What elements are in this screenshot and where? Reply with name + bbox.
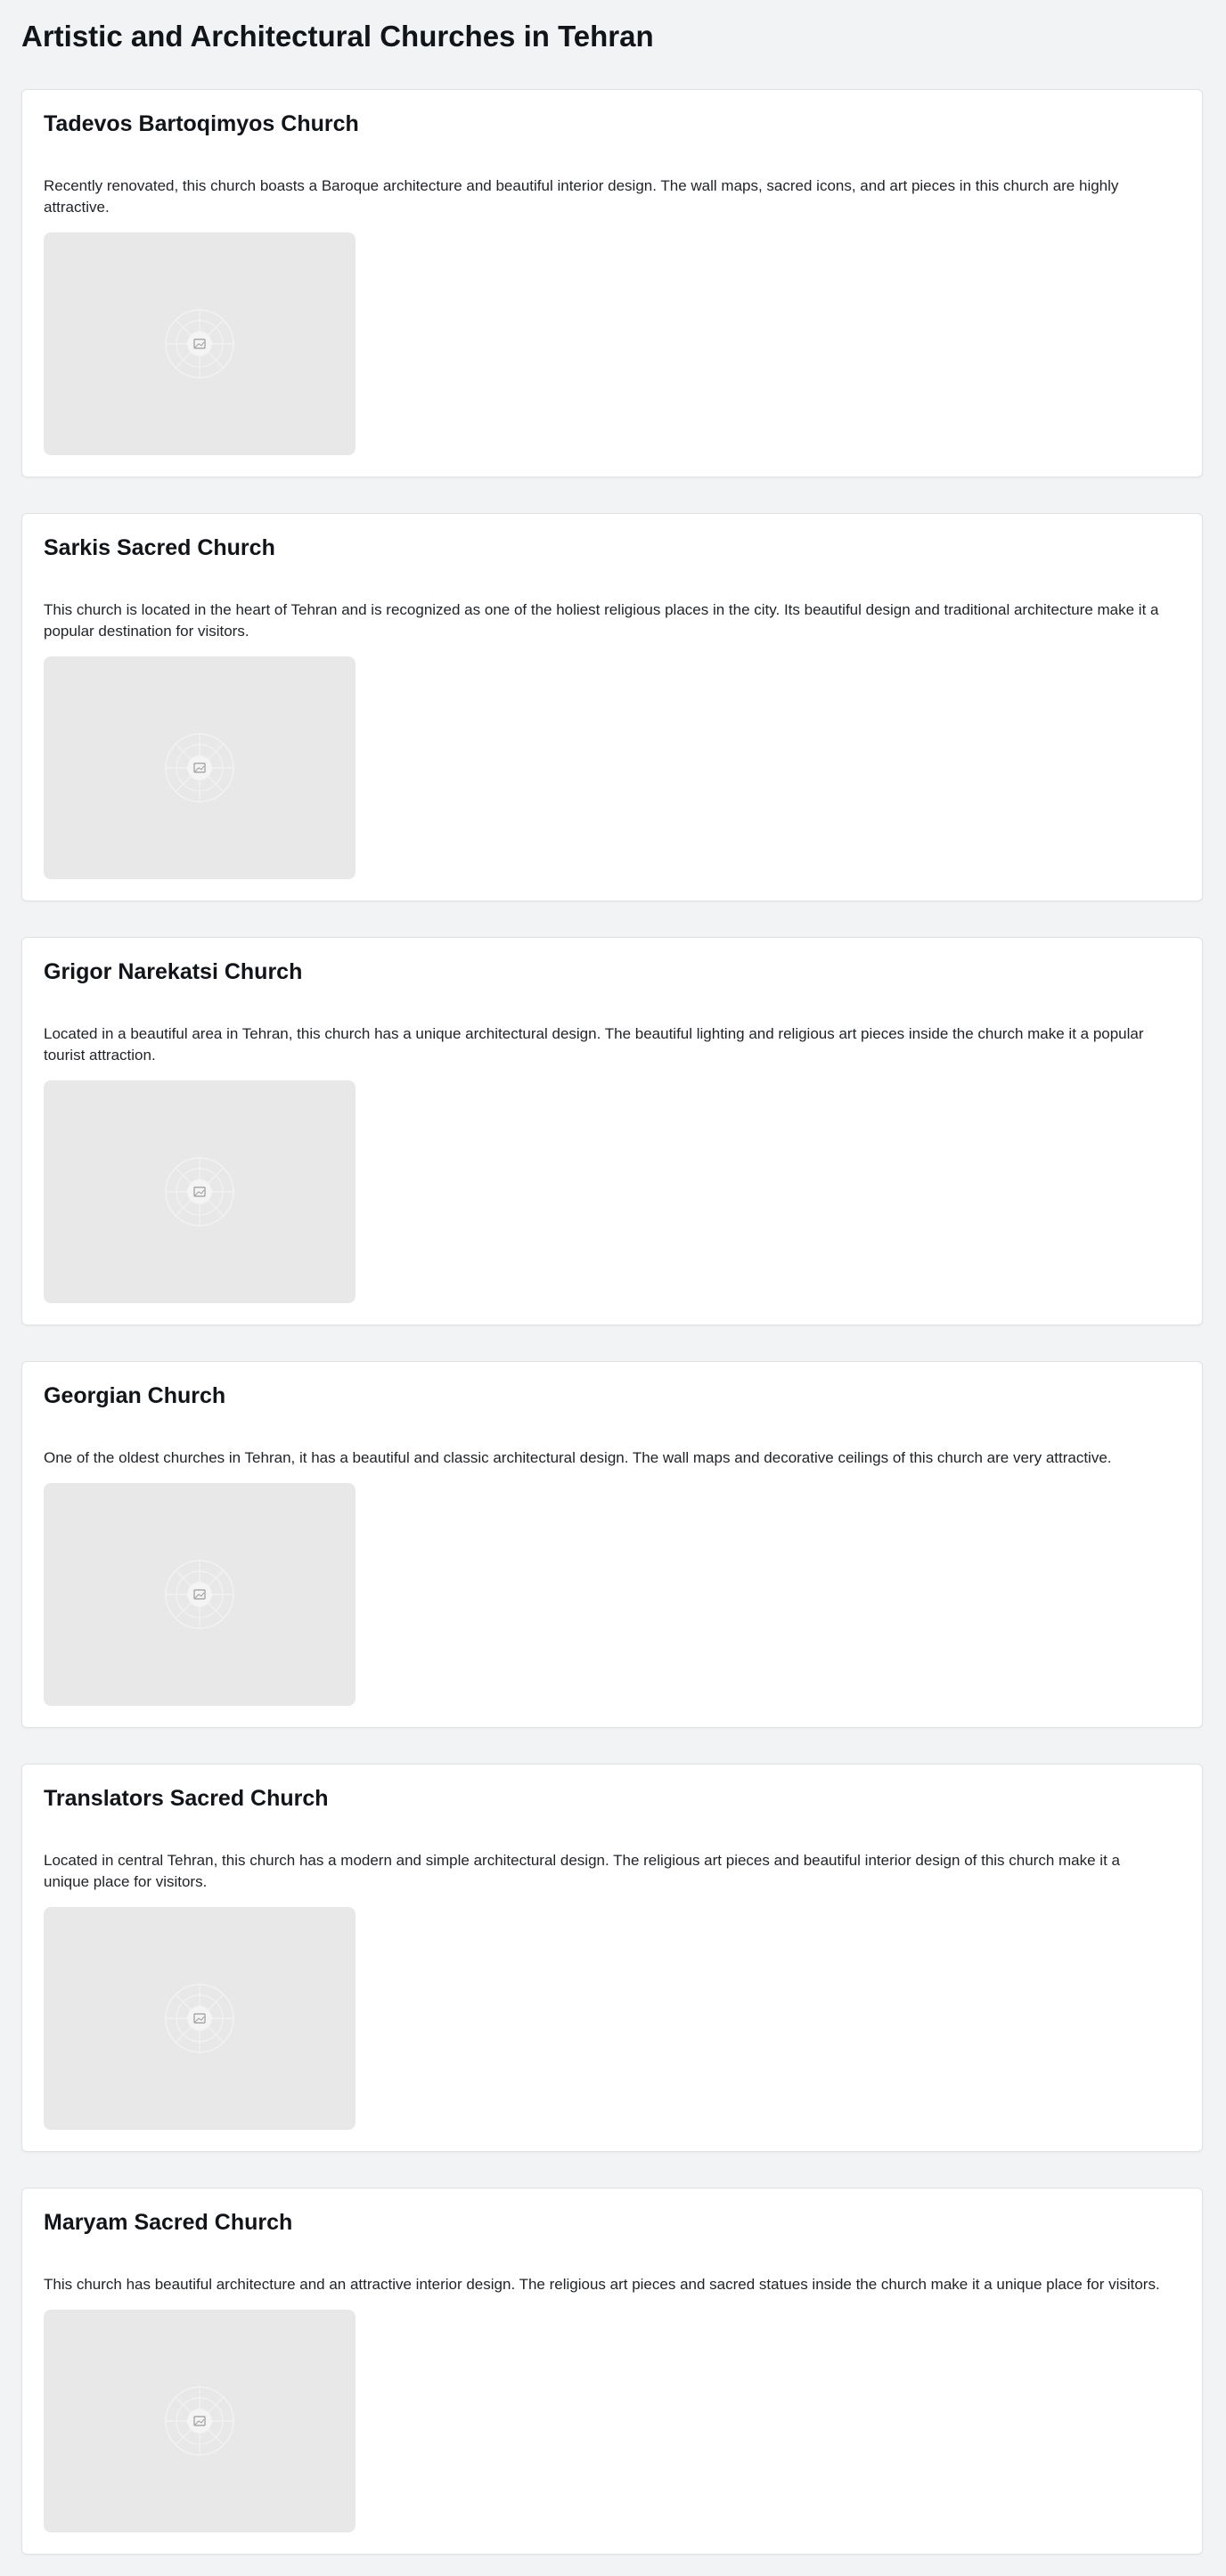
image-placeholder-icon [165,309,234,379]
image-placeholder-icon [165,1560,234,1629]
image-placeholder-icon [165,1984,234,2053]
church-image [44,2310,356,2532]
church-title: Grigor Narekatsi Church [44,959,303,984]
church-image [44,656,356,879]
page-title: Artistic and Architectural Churches in T… [21,20,654,53]
image-placeholder-icon [165,733,234,803]
image-placeholder-icon [165,2386,234,2456]
church-title: Tadevos Bartoqimyos Church [44,111,359,136]
church-card: Tadevos Bartoqimyos Church Recently reno… [21,89,1203,477]
church-image [44,1907,356,2130]
church-card: Grigor Narekatsi Church Located in a bea… [21,937,1203,1325]
church-card: Georgian Church One of the oldest church… [21,1361,1203,1728]
page: Artistic and Architectural Churches in T… [0,0,1226,2576]
image-placeholder-icon [165,1157,234,1227]
church-card: Translators Sacred Church Located in cen… [21,1764,1203,2152]
church-description: Located in central Tehran, this church h… [44,1852,1120,1890]
church-card: Maryam Sacred Church This church has bea… [21,2188,1203,2555]
church-title: Maryam Sacred Church [44,2210,293,2235]
church-description: This church has beautiful architecture a… [44,2276,1160,2293]
church-title: Translators Sacred Church [44,1786,329,1811]
church-description: Recently renovated, this church boasts a… [44,177,1119,216]
church-description: This church is located in the heart of T… [44,601,1159,640]
church-image [44,232,356,455]
church-image [44,1080,356,1303]
church-description: Located in a beautiful area in Tehran, t… [44,1025,1144,1064]
church-title: Georgian Church [44,1383,226,1408]
church-image [44,1483,356,1706]
church-card: Sarkis Sacred Church This church is loca… [21,513,1203,901]
church-title: Sarkis Sacred Church [44,535,275,560]
church-description: One of the oldest churches in Tehran, it… [44,1449,1112,1466]
